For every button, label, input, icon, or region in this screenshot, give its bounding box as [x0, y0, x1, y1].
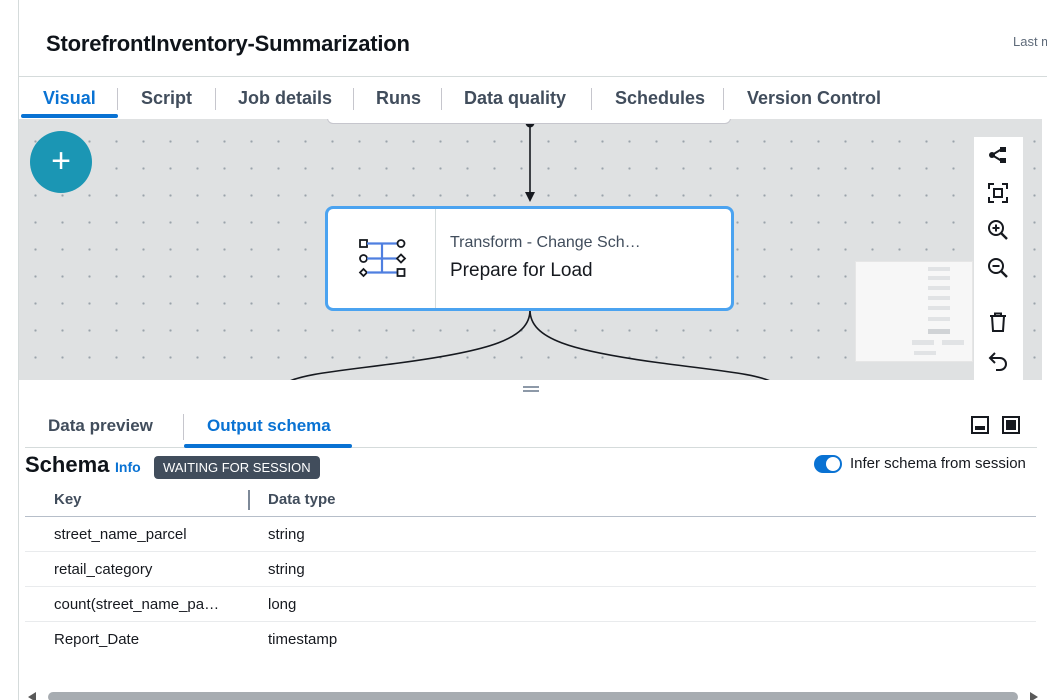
layout-graph-icon[interactable] — [986, 143, 1010, 167]
tab-script[interactable]: Script — [141, 77, 192, 119]
tab-data-preview[interactable]: Data preview — [48, 408, 153, 446]
table-row: street_name_parcel string — [25, 517, 1036, 552]
column-resizer[interactable] — [248, 490, 250, 510]
infer-schema-label: Infer schema from session — [850, 455, 1026, 472]
last-modified-text: Last m — [1013, 34, 1047, 49]
tab-separator — [591, 88, 592, 110]
visual-canvas[interactable]: + Transform - Change Sch… Prepare for Lo… — [19, 119, 1042, 380]
info-link[interactable]: Info — [115, 459, 141, 475]
scroll-left-arrow-icon[interactable] — [28, 692, 36, 700]
table-row: Report_Date timestamp — [25, 622, 1036, 657]
tab-output-schema[interactable]: Output schema — [184, 408, 352, 448]
edge-outgoing-right — [529, 309, 770, 380]
cell-data-type: string — [268, 526, 305, 543]
horizontal-scrollbar[interactable] — [28, 692, 1038, 700]
cell-key: street_name_parcel — [54, 526, 187, 543]
job-title: StorefrontInventory-Summarization — [46, 31, 410, 56]
transform-node[interactable]: Transform - Change Sch… Prepare for Load — [325, 206, 734, 311]
tab-job-details[interactable]: Job details — [238, 77, 332, 119]
infer-schema-toggle[interactable] — [814, 455, 842, 473]
cell-data-type: timestamp — [268, 631, 338, 648]
job-tabs: Visual Script Job details Runs Data qual… — [19, 77, 1047, 119]
cell-key: count(street_name_pa… — [54, 596, 220, 613]
tab-visual[interactable]: Visual — [21, 77, 118, 119]
tab-schedules[interactable]: Schedules — [615, 77, 705, 119]
change-schema-icon — [358, 239, 407, 278]
schema-table: Key Data type street_name_parcel string … — [25, 482, 1036, 657]
column-header-data-type[interactable]: Data type — [268, 491, 336, 508]
edge-outgoing-left — [290, 309, 531, 380]
minimap-preview — [912, 267, 964, 355]
cell-key: retail_category — [54, 561, 153, 578]
canvas-toolbar — [974, 137, 1023, 380]
tab-version-control[interactable]: Version Control — [747, 77, 881, 119]
node-name-label: Prepare for Load — [450, 260, 593, 281]
tab-separator — [117, 88, 118, 110]
node-icon-area — [328, 209, 436, 308]
scroll-right-arrow-icon[interactable] — [1030, 692, 1038, 700]
table-row: retail_category string — [25, 552, 1036, 587]
tab-separator — [215, 88, 216, 110]
upstream-node[interactable] — [327, 119, 731, 124]
panel-resize-handle[interactable] — [523, 386, 539, 392]
panel-tabs: Data preview Output schema — [25, 408, 1037, 448]
maximize-panel-icon[interactable] — [1002, 416, 1020, 434]
table-header: Key Data type — [25, 482, 1036, 517]
cell-data-type: long — [268, 596, 297, 613]
toggle-knob — [826, 457, 840, 471]
status-badge: WAITING FOR SESSION — [154, 456, 320, 479]
scrollbar-thumb[interactable] — [48, 692, 1018, 700]
table-row: count(street_name_pa… long — [25, 587, 1036, 622]
schema-heading: Schema — [25, 452, 110, 477]
delete-icon[interactable] — [986, 310, 1010, 334]
canvas-minimap[interactable] — [855, 261, 973, 362]
minimize-panel-icon[interactable] — [971, 416, 989, 434]
tab-runs[interactable]: Runs — [376, 77, 421, 119]
tab-separator — [353, 88, 354, 110]
tab-data-quality[interactable]: Data quality — [464, 77, 566, 119]
cell-data-type: string — [268, 561, 305, 578]
column-header-key[interactable]: Key — [54, 491, 82, 508]
tab-separator — [723, 88, 724, 110]
tab-separator — [441, 88, 442, 110]
undo-icon[interactable] — [986, 348, 1010, 372]
add-node-button[interactable]: + — [30, 131, 92, 193]
node-type-label: Transform - Change Sch… — [450, 234, 641, 251]
zoom-in-icon[interactable] — [986, 218, 1010, 242]
job-header: StorefrontInventory-Summarization Last m — [19, 0, 1047, 77]
fit-to-screen-icon[interactable] — [986, 181, 1010, 205]
cell-key: Report_Date — [54, 631, 140, 648]
tab-separator — [183, 414, 184, 440]
zoom-out-icon[interactable] — [986, 256, 1010, 280]
